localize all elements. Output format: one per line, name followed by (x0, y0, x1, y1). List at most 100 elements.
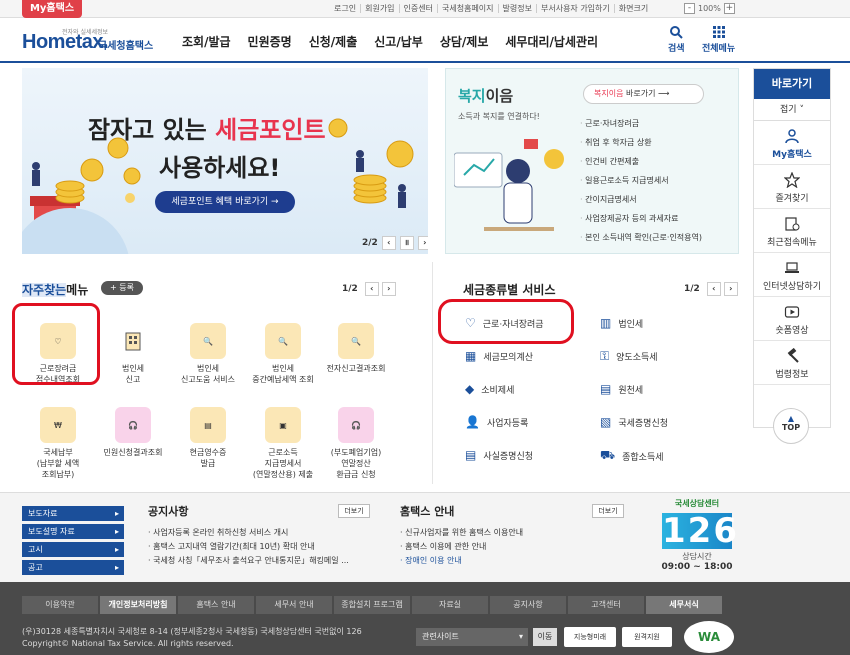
chevron-left-icon: ‹ (370, 284, 374, 293)
sidebar-item-online-consult[interactable]: 인터넷상담하기 (754, 253, 830, 297)
footer-link-notice[interactable]: 공지사항 (490, 596, 566, 614)
tile-civil-request-result[interactable]: 🎧 민원신청결과조회 (97, 396, 169, 458)
top-label: TOP (781, 423, 801, 432)
notice-item[interactable]: 홈택스 고지내역 열람기간(최대 10년) 확대 안내 (148, 540, 349, 554)
appointment-link[interactable]: 발령정보 (498, 4, 537, 13)
tile-corp-tax-help[interactable]: 🔍 법인세 신고도움 서비스 (172, 312, 244, 385)
all-menu-button[interactable]: 전체메뉴 (702, 25, 735, 54)
tile-cash-receipt[interactable]: ▤ 현금영수증 발급 (172, 396, 244, 469)
related-sites-select[interactable]: 관련사이트 (416, 628, 528, 646)
welfare-shortcut-button[interactable]: 복지이음 바로가기 ⟶ (583, 84, 704, 104)
scroll-top-button[interactable]: ▲ TOP (773, 408, 809, 444)
svc-withholding-tax[interactable]: ▤ 원천세 (600, 382, 643, 396)
nts-homepage-link[interactable]: 국세청홈페이지 (438, 4, 499, 13)
hometax-info-more-button[interactable]: 더보기 (592, 504, 624, 518)
svc-tax-certificate[interactable]: ▧ 국세증명신청 (600, 415, 668, 429)
footer-link-archive[interactable]: 자료실 (412, 596, 488, 614)
welfare-item[interactable]: 근로·자녀장려금 (580, 114, 702, 133)
play-icon (784, 306, 800, 318)
tax-service-prev-button[interactable]: ‹ (706, 282, 721, 296)
svc-capital-gains[interactable]: ⚿ 양도소득세 (600, 349, 658, 364)
frequent-prev-button[interactable]: ‹ (364, 282, 379, 296)
footer-link-hometax-guide[interactable]: 홈택스 안내 (178, 596, 254, 614)
info-item[interactable]: 신규사업자를 위한 홈택스 이용안내 (400, 526, 523, 540)
press-release-button[interactable]: 보도자료 (22, 506, 124, 521)
announcement-notice-button[interactable]: 고시 (22, 542, 124, 557)
cert-center-link[interactable]: 인증센터 (399, 4, 438, 13)
nav-certificate[interactable]: 민원증명 (248, 33, 292, 50)
nav-application[interactable]: 신청/제출 (309, 33, 358, 50)
register-frequent-button[interactable]: + 등록 (101, 281, 143, 295)
press-explanation-button[interactable]: 보도설명 자료 (22, 524, 124, 539)
welfare-item[interactable]: 간이지급명세서 (580, 190, 702, 209)
sidebar-item-law-info[interactable]: 법령정보 (754, 341, 830, 385)
zoom-out-button[interactable]: - (684, 3, 695, 14)
certificate-icon: ▧ (600, 415, 612, 429)
signup-link[interactable]: 회원가입 (361, 4, 400, 13)
nav-consult[interactable]: 상담/제보 (440, 33, 489, 50)
info-item[interactable]: 장애인 이용 안내 (400, 554, 523, 568)
welfare-item[interactable]: 본인 소득내역 확인(근로·인적용역) (580, 228, 702, 247)
sidebar-fold-button[interactable]: 접기 ˅ (754, 99, 830, 121)
banner-pause-button[interactable]: ॥ (399, 236, 414, 250)
search-button[interactable]: 검색 (668, 25, 685, 54)
footer-link-terms[interactable]: 이용약관 (22, 596, 98, 614)
svc-tax-simulation[interactable]: ▦ 세금모의계산 (465, 349, 533, 363)
banner-prev-button[interactable]: ‹ (381, 236, 396, 250)
notice-item[interactable]: 국세청 사칭「세무조사 출석요구 안내통지문」해킹메일 ... (148, 554, 349, 568)
tile-e-filing-result[interactable]: 🔍 전자신고결과조회 (320, 312, 392, 374)
svc-excise-tax[interactable]: ◆ 소비제세 (465, 382, 514, 396)
svc-global-income-tax[interactable]: ⛟ 종합소득세 (600, 448, 664, 464)
sidebar-item-myhometax[interactable]: My홈택스 (754, 121, 830, 165)
person-icon (785, 129, 799, 144)
welfare-item[interactable]: 취업 후 학자금 상환 (580, 133, 702, 152)
svc-corp-tax[interactable]: ▥ 법인세 (600, 316, 643, 330)
nav-inquiry[interactable]: 조회/발급 (182, 33, 231, 50)
document-icon: ▤ (465, 448, 477, 462)
login-link[interactable]: 로그인 (330, 4, 362, 13)
sidebar-item-shortform-video[interactable]: 숏폼영상 (754, 297, 830, 341)
tile-corp-tax-filing[interactable]: 법인세 신고 (97, 312, 169, 385)
hometax-logo[interactable]: 전자와 실세세정보 Hometax. 국세청홈택스 (22, 25, 162, 57)
banner-title-highlight: 세금포인트 (215, 116, 326, 144)
footer-link-taxoffice[interactable]: 세무서 안내 (256, 596, 332, 614)
welfare-item[interactable]: 일용근로소득 지급명세서 (580, 171, 702, 190)
myhometax-tab[interactable]: My홈택스 (22, 0, 82, 18)
footer-link-support[interactable]: 고객센터 (568, 596, 644, 614)
sidebar-item-recent-menu[interactable]: 최근접속메뉴 (754, 209, 830, 253)
welfare-title: 복지이음 (458, 85, 513, 106)
welfare-desc: 소득과 복지를 연결하다! (458, 112, 540, 121)
banner-next-button[interactable]: › (417, 236, 428, 250)
info-item[interactable]: 홈택스 이용에 관한 안내 (400, 540, 523, 554)
footer-link-install[interactable]: 종합설치 프로그램 (334, 596, 410, 614)
frequent-next-button[interactable]: › (381, 282, 396, 296)
related-sites-go-button[interactable]: 이동 (533, 628, 557, 646)
footer-link-tax-forms[interactable]: 세무서식 (646, 596, 722, 614)
tile-tax-payment[interactable]: ₩ 국세납부 (납부할 세액 조회납부) (22, 396, 94, 480)
welfare-item[interactable]: 인건비 간편제출 (580, 152, 702, 171)
notices-more-button[interactable]: 더보기 (338, 504, 370, 518)
footer-link-privacy[interactable]: 개인정보처리방침 (100, 596, 176, 614)
sidebar-item-label: 인터넷상담하기 (763, 282, 821, 292)
smart-future-badge[interactable]: 지능형미래 (564, 627, 616, 647)
welfare-item[interactable]: 사업장제공자 등의 과세자료 (580, 209, 702, 228)
tax-point-banner[interactable]: 잠자고 있는 세금포인트 사용하세요! 세금포인트 혜택 바로가기 → 2/2 … (22, 68, 428, 254)
remote-support-badge[interactable]: 원격지원 (622, 627, 672, 647)
tax-service-next-button[interactable]: › (723, 282, 738, 296)
tile-corp-interim-prepay[interactable]: 🔍 법인세 중간예납세액 조회 (247, 312, 319, 385)
notice-item[interactable]: 사업자등록 온라인 취하신청 서비스 개시 (148, 526, 349, 540)
zoom-in-button[interactable]: + (723, 3, 735, 14)
svc-fact-certificate[interactable]: ▤ 사실증명신청 (465, 448, 533, 462)
welfare-link-panel: 복지이음 소득과 복지를 연결하다! 복지이음 바로가기 ⟶ 근로·자녀장려금 … (445, 68, 739, 254)
tile-earned-income-statement[interactable]: ▣ 근로소득 지급명세서 (연말정산용) 제출 (247, 396, 319, 480)
svc-business-registration[interactable]: 👤 사업자등록 (465, 415, 528, 429)
sidebar-item-label: 최근접속메뉴 (767, 238, 817, 248)
public-notice-button[interactable]: 공고 (22, 560, 124, 575)
tile-bankrupt-refund[interactable]: 🎧 (부도폐업기업) 연말정산 환급금 신청 (320, 396, 392, 480)
dept-user-link[interactable]: 부서사용자 가입하기 (536, 4, 615, 13)
nav-tax-agent[interactable]: 세무대리/납세관리 (505, 33, 598, 50)
document-search-icon: 🔍 (190, 323, 226, 359)
sidebar-item-favorites[interactable]: 즐겨찾기 (754, 165, 830, 209)
tax-point-benefit-button[interactable]: 세금포인트 혜택 바로가기 → (155, 191, 295, 213)
nav-filing[interactable]: 신고/납부 (374, 33, 423, 50)
